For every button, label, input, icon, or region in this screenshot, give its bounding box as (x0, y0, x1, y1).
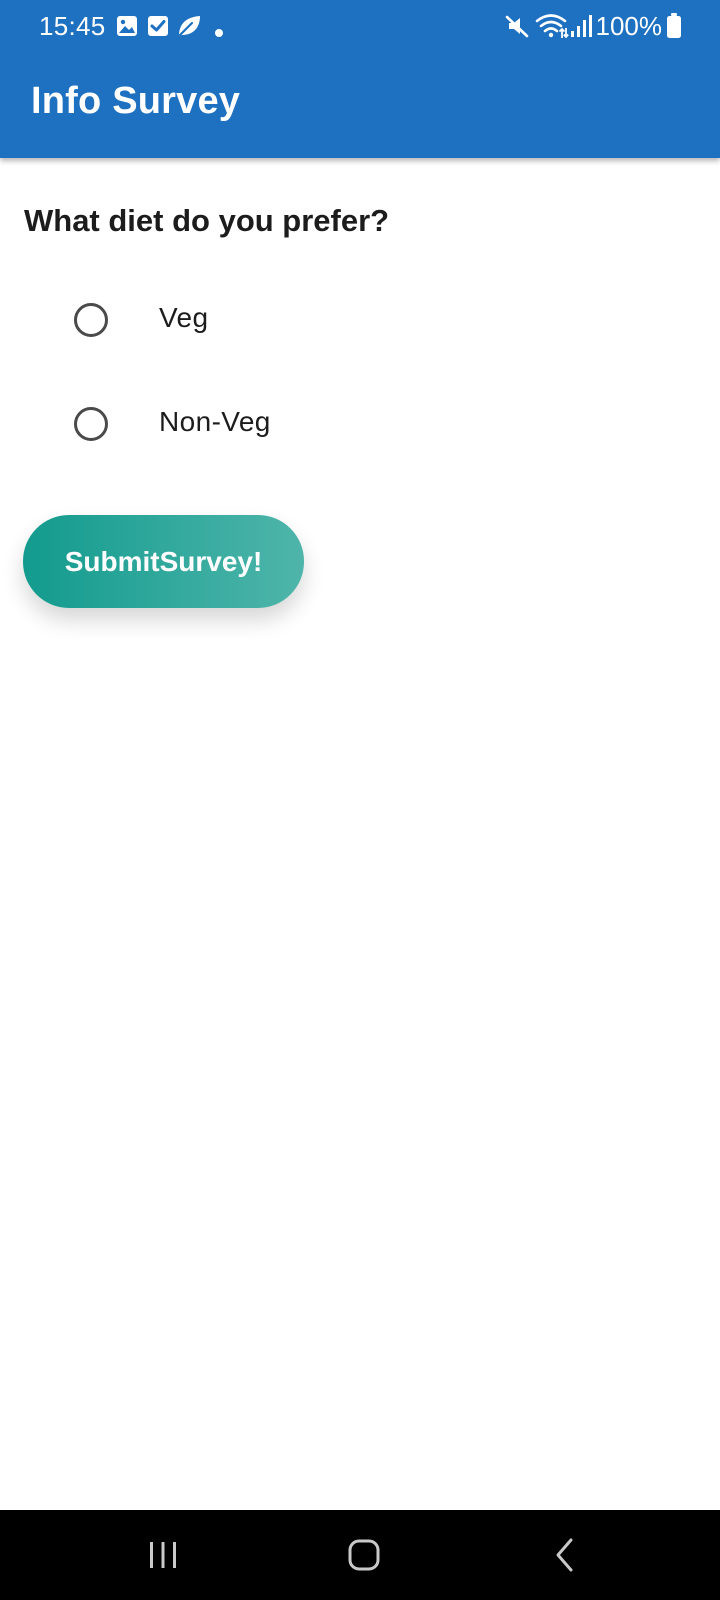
radio-label: Non-Veg (159, 406, 271, 437)
home-icon (348, 1539, 380, 1571)
wifi-icon (535, 14, 569, 39)
survey-question: What diet do you prefer? (24, 203, 390, 238)
status-time: 15:45 (39, 11, 106, 41)
recents-button[interactable] (103, 1510, 223, 1600)
back-icon (556, 1538, 573, 1572)
status-bar: 15:45 100% (0, 0, 720, 52)
navigation-bar (0, 1510, 720, 1600)
mute-icon (505, 15, 529, 38)
radio-button[interactable] (74, 407, 108, 441)
battery-icon (667, 13, 681, 38)
image-icon (117, 16, 137, 36)
radio-option-veg[interactable]: Veg (0, 270, 720, 370)
leaf-icon (178, 16, 200, 37)
recents-icon (150, 1542, 176, 1568)
signal-icon (571, 15, 592, 37)
screen: 15:45 100% Info Survey What diet do you … (0, 0, 720, 1600)
radio-label: Veg (159, 302, 209, 333)
dot-icon (215, 29, 223, 37)
radio-button[interactable] (74, 303, 108, 337)
home-button[interactable] (304, 1510, 424, 1600)
app-title: Info Survey (31, 80, 241, 122)
app-bar: 15:45 100% Info Survey (0, 0, 720, 158)
radio-option-non-veg[interactable]: Non-Veg (0, 374, 720, 474)
submit-survey-button[interactable]: SubmitSurvey! (23, 515, 304, 608)
battery-percent: 100% (595, 11, 663, 41)
back-button[interactable] (505, 1510, 625, 1600)
checkbox-icon (148, 16, 168, 36)
